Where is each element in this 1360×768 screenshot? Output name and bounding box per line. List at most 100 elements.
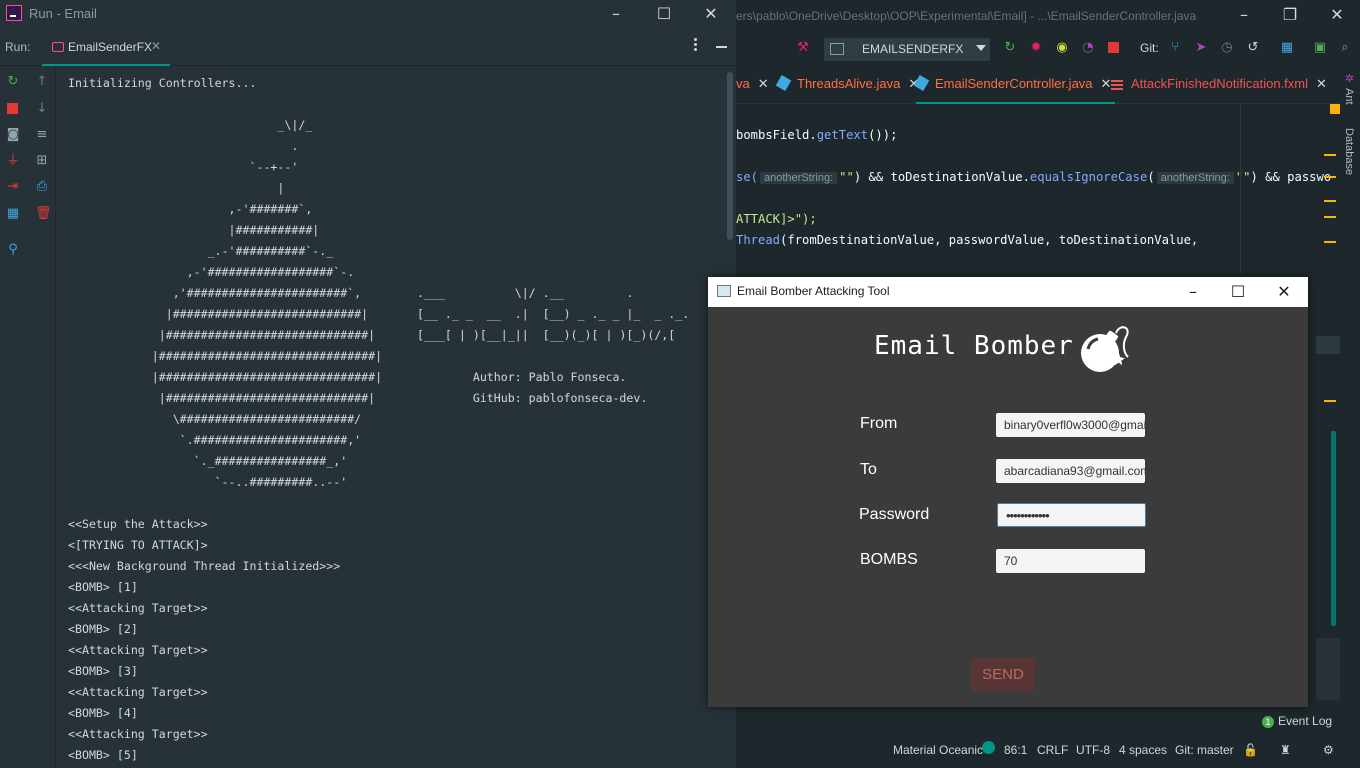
- profile-icon[interactable]: ◔: [1081, 41, 1095, 55]
- rerun-icon[interactable]: ↻: [1003, 41, 1017, 55]
- stop-icon[interactable]: [6, 102, 20, 116]
- file-encoding[interactable]: UTF-8: [1076, 743, 1110, 757]
- error-stripe-mark[interactable]: [1324, 241, 1336, 243]
- error-stripe-mark[interactable]: [1324, 154, 1336, 156]
- param-hint: anotherString:: [760, 172, 838, 184]
- tab-threadsalive[interactable]: ThreadsAlive.java✕: [775, 66, 919, 104]
- ant-icon: ✲: [1343, 72, 1355, 85]
- history-icon[interactable]: ◷: [1220, 41, 1234, 55]
- pin-icon[interactable]: ⚲: [6, 243, 20, 257]
- ide-minimize-button[interactable]: –: [1234, 5, 1254, 25]
- run-tabbar: Run: EmailSenderFX ✕: [0, 28, 736, 66]
- coverage-icon[interactable]: ◉: [1055, 41, 1069, 55]
- tab-emailsendercontroller[interactable]: EmailSenderController.java ✕: [913, 66, 1116, 104]
- git-update-icon[interactable]: ⑂: [1168, 41, 1182, 55]
- ide-restore-button[interactable]: ❐: [1280, 5, 1300, 25]
- run-config-label: EMAILSENDERFX: [862, 42, 964, 56]
- scroll-to-end-icon[interactable]: ⊞: [35, 154, 49, 168]
- ide-titlebar: ers\pablo\OneDrive\Desktop\OOP\Experimen…: [736, 0, 1360, 32]
- inspector-icon[interactable]: ♜: [1280, 743, 1291, 757]
- dialog-title: Email Bomber Attacking Tool: [737, 284, 890, 298]
- run-config-dropdown[interactable]: EMAILSENDERFX: [824, 38, 990, 61]
- dialog-minimize-button[interactable]: –: [1182, 281, 1204, 303]
- to-input[interactable]: abarcadiana93@gmail.com: [996, 459, 1145, 483]
- scroll-down-icon[interactable]: ↓: [35, 102, 49, 116]
- code-token: ());: [868, 128, 898, 142]
- maximize-button[interactable]: ☐: [654, 4, 674, 24]
- project-structure-icon[interactable]: ▦: [1280, 41, 1294, 55]
- stop-icon[interactable]: [1107, 41, 1121, 55]
- layout-icon[interactable]: ▦: [6, 207, 20, 221]
- dialog-body: Email Bomber From binary0verfl0w3000@gma…: [708, 307, 1308, 707]
- memory-indicator-icon[interactable]: ⚙: [1323, 743, 1334, 757]
- exit-icon[interactable]: ⇥: [6, 180, 20, 194]
- editor-scrollbar[interactable]: [1331, 431, 1336, 626]
- indent-setting[interactable]: 4 spaces: [1119, 743, 1167, 757]
- app-title: Email Bomber: [874, 331, 1074, 361]
- rollback-icon[interactable]: ↺: [1246, 41, 1260, 55]
- dialog-close-button[interactable]: ✕: [1273, 281, 1295, 303]
- terminal-icon[interactable]: ▣: [1313, 41, 1327, 55]
- tab-label: va: [736, 76, 750, 91]
- code-token: Thread: [736, 233, 781, 247]
- trash-icon[interactable]: 🗑: [35, 207, 52, 221]
- close-tab-icon[interactable]: ✕: [1101, 76, 1112, 91]
- console-output[interactable]: Initializing Controllers... _\|/_ . `--+…: [57, 67, 725, 768]
- error-stripe-mark[interactable]: [1324, 216, 1336, 218]
- ide-toolbar: ⚒ EMAILSENDERFX ↻ ✹ ◉ ◔ Git: ⑂ ➤ ◷ ↺ ▦ ▣…: [736, 32, 1360, 66]
- soft-wrap-icon[interactable]: ≡: [35, 128, 49, 142]
- status-bar: Material Oceanic 86:1 CRLF UTF-8 4 space…: [736, 736, 1360, 768]
- warning-marker[interactable]: [1330, 104, 1340, 114]
- bombs-label: BOMBS: [860, 551, 918, 568]
- tab-label: AttackFinishedNotification.fxml: [1131, 76, 1309, 91]
- bomb-icon: [1081, 326, 1129, 372]
- camera-icon[interactable]: ◙: [6, 128, 20, 142]
- code-token: "": [839, 170, 854, 184]
- more-options-icon[interactable]: [694, 38, 698, 54]
- git-push-icon[interactable]: ➤: [1194, 41, 1208, 55]
- error-stripe-mark[interactable]: [1324, 400, 1336, 402]
- database-tool-button[interactable]: Database: [1343, 128, 1355, 175]
- hide-panel-icon[interactable]: [716, 46, 727, 48]
- code-token: "": [1235, 170, 1251, 184]
- print-icon[interactable]: ⎙: [35, 180, 49, 194]
- code-line: bombsField.getText());: [736, 128, 897, 142]
- send-button[interactable]: SEND: [971, 658, 1035, 691]
- from-input[interactable]: binary0verfl0w3000@gmail.com: [996, 413, 1145, 437]
- param-hint: anotherString:: [1156, 172, 1234, 184]
- close-tab-icon[interactable]: ✕: [151, 39, 161, 53]
- dialog-maximize-button[interactable]: ☐: [1227, 281, 1249, 303]
- cursor-position[interactable]: 86:1: [1004, 743, 1027, 757]
- line-separator[interactable]: CRLF: [1037, 743, 1068, 757]
- password-input[interactable]: ••••••••••••: [997, 503, 1146, 527]
- lock-icon[interactable]: 🔓: [1243, 743, 1258, 757]
- ant-tool-button[interactable]: ✲ Ant: [1343, 72, 1356, 105]
- run-window: Run - Email – ☐ ✕ Run: EmailSenderFX ✕ ↻…: [0, 0, 736, 768]
- git-branch[interactable]: Git: master: [1175, 743, 1234, 757]
- error-stripe-mark[interactable]: [1324, 176, 1336, 178]
- plug-icon[interactable]: ⏚: [6, 154, 20, 168]
- to-label: To: [860, 461, 877, 478]
- tab-emailsenderfx[interactable]: EmailSenderFX ✕: [42, 28, 170, 66]
- error-stripe-mark[interactable]: [1324, 200, 1336, 202]
- tab-attackfinishednotification[interactable]: AttackFinishedNotification.fxml ✕: [1111, 66, 1327, 104]
- close-tab-icon[interactable]: ✕: [758, 76, 769, 91]
- run-config-icon: [830, 43, 844, 55]
- console-scrollbar[interactable]: [727, 72, 733, 240]
- tab-partial-java[interactable]: va ✕: [736, 66, 769, 104]
- code-line: ATTACK]>");: [736, 212, 817, 226]
- theme-indicator[interactable]: Material Oceanic: [893, 743, 983, 757]
- scroll-up-icon[interactable]: ↑: [35, 75, 49, 89]
- password-label: Password: [859, 506, 930, 523]
- minimize-button[interactable]: –: [606, 4, 626, 24]
- build-hammer-icon[interactable]: ⚒: [796, 41, 810, 55]
- rerun-icon[interactable]: ↻: [6, 75, 20, 89]
- close-button[interactable]: ✕: [701, 4, 721, 24]
- bombs-input[interactable]: 70: [996, 549, 1145, 573]
- debug-bug-icon[interactable]: ✹: [1029, 41, 1043, 55]
- tab-label: EmailSenderController.java: [935, 76, 1093, 91]
- search-icon[interactable]: ⌕: [1338, 41, 1352, 55]
- ide-close-button[interactable]: ✕: [1327, 5, 1347, 25]
- close-tab-icon[interactable]: ✕: [1316, 76, 1327, 91]
- event-log-button[interactable]: 1 Event Log: [1262, 714, 1332, 728]
